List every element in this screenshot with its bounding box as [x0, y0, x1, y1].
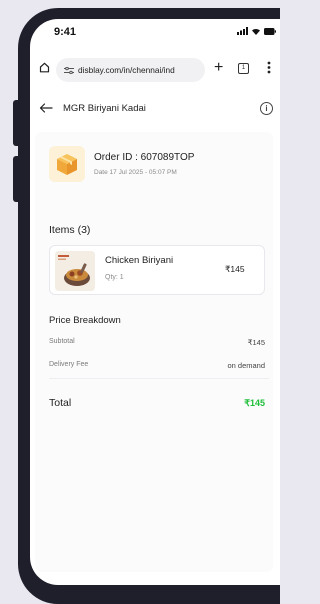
package-icon [49, 146, 85, 182]
battery-icon [264, 27, 276, 35]
tab-switcher-icon[interactable]: 1 [238, 63, 249, 74]
url-text[interactable]: disblay.com/in/chennai/ind [78, 65, 196, 75]
phone-screen: 9:41 disblay.com/in/chennai/ind + 1 MGR … [30, 19, 280, 585]
total-label: Total [49, 397, 72, 409]
signal-icon [237, 27, 248, 35]
total-value: ₹145 [244, 398, 265, 408]
new-tab-icon[interactable]: + [214, 59, 223, 77]
back-arrow-icon[interactable] [39, 103, 53, 113]
item-name: Chicken Biriyani [105, 255, 174, 266]
info-icon[interactable]: i [260, 102, 273, 115]
delivery-fee-label: Delivery Fee [49, 361, 89, 368]
subtotal-value: ₹145 [247, 338, 265, 347]
items-heading: Items (3) [49, 224, 91, 236]
address-bar[interactable]: disblay.com/in/chennai/ind [56, 58, 205, 82]
list-item: Chicken Biriyani Qty: 1 ₹145 [49, 245, 265, 295]
price-breakdown-heading: Price Breakdown [49, 315, 121, 326]
delivery-fee-value: on demand [227, 361, 265, 370]
home-icon[interactable] [39, 62, 50, 73]
food-image [55, 251, 95, 291]
page-header: MGR Biriyani Kadai i [30, 95, 280, 123]
status-icons [237, 27, 276, 35]
more-menu-icon[interactable] [267, 61, 271, 74]
divider [49, 378, 269, 379]
site-settings-icon[interactable] [64, 66, 74, 74]
wifi-icon [252, 28, 260, 35]
item-quantity: Qty: 1 [105, 274, 124, 281]
status-time: 9:41 [54, 26, 77, 38]
page-title: MGR Biriyani Kadai [63, 103, 146, 114]
order-summary: Order ID : 607089TOP Date 17 Jul 2025 - … [49, 146, 269, 190]
subtotal-label: Subtotal [49, 338, 75, 345]
order-date: Date 17 Jul 2025 - 05:07 PM [94, 169, 177, 176]
item-price: ₹145 [225, 264, 245, 274]
status-bar: 9:41 [30, 19, 280, 49]
browser-toolbar: disblay.com/in/chennai/ind + 1 [30, 55, 280, 85]
order-id: Order ID : 607089TOP [94, 152, 195, 163]
order-details-panel: Order ID : 607089TOP Date 17 Jul 2025 - … [35, 132, 273, 572]
